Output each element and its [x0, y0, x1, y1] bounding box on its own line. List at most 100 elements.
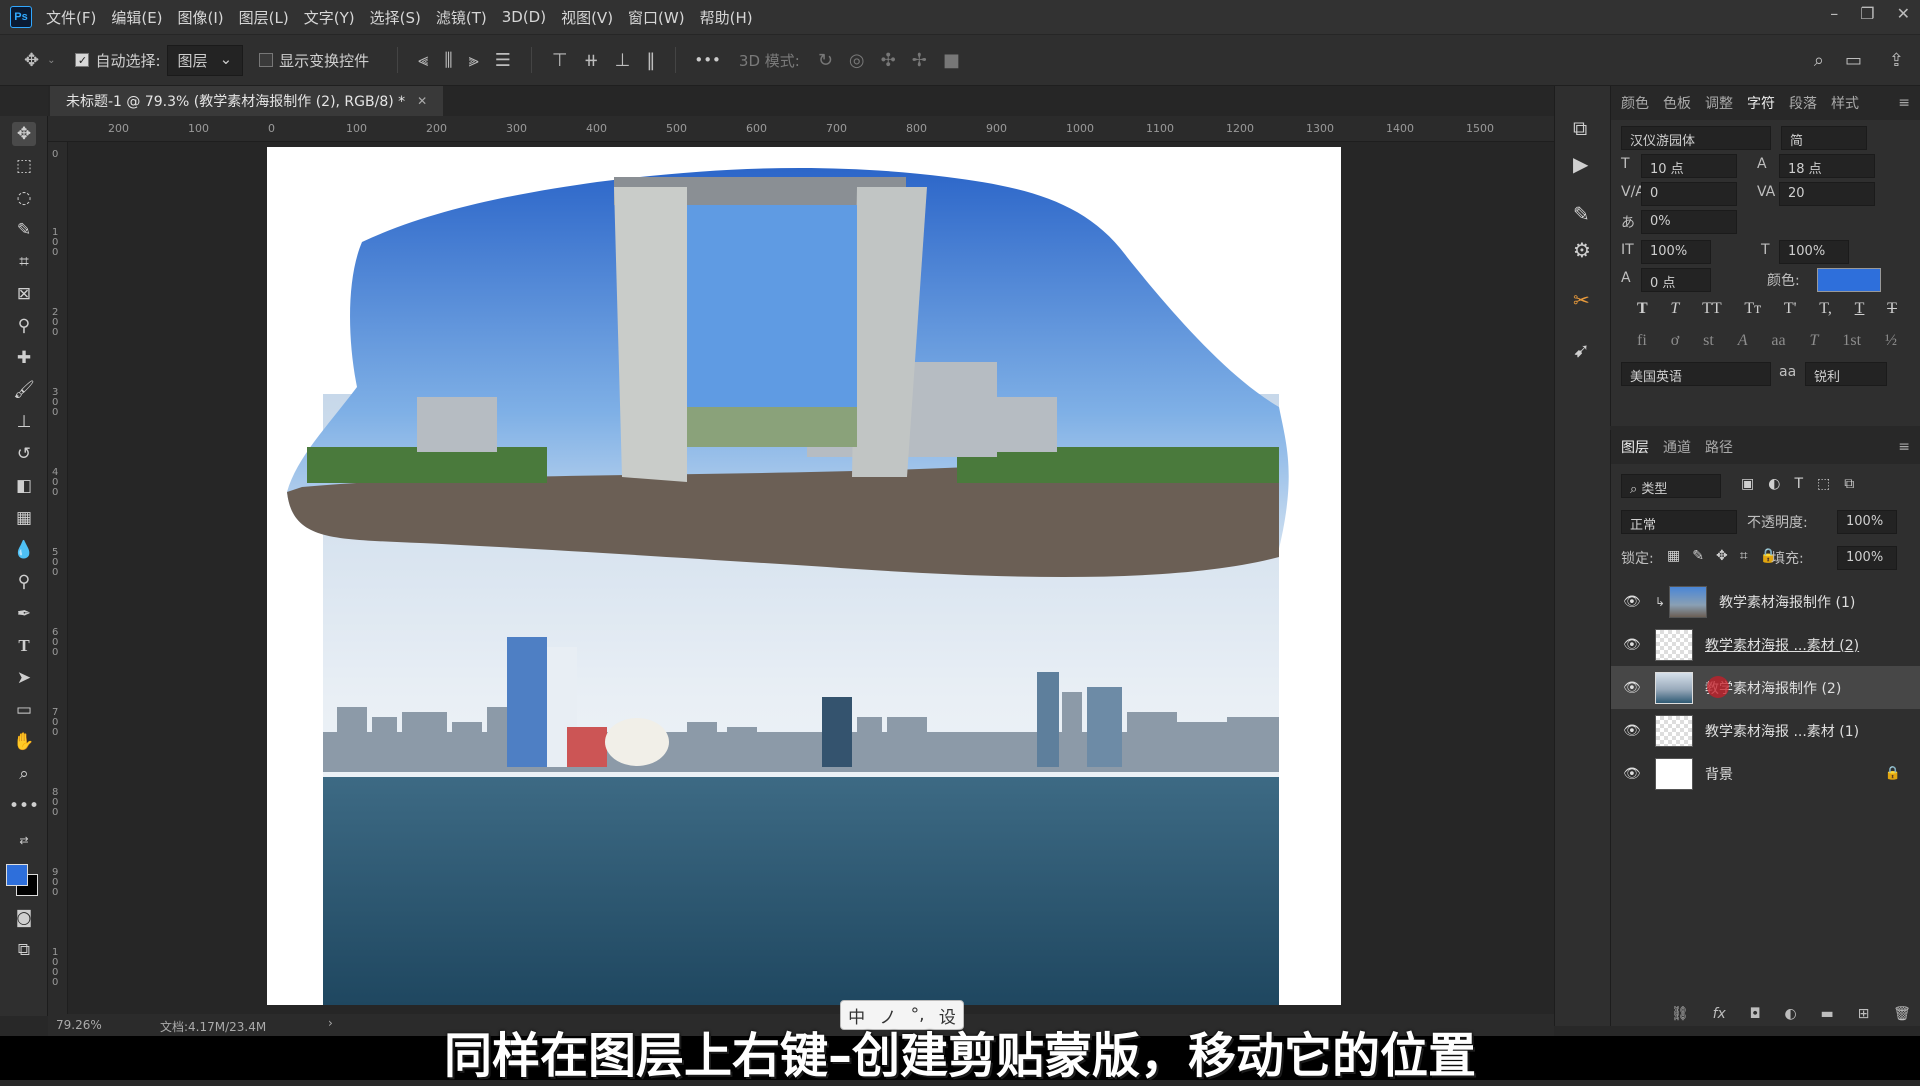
tool-preset-chevron-icon[interactable]: ⌄	[47, 55, 55, 66]
hand-tool-icon[interactable]: ✋	[12, 730, 36, 754]
rectangle-tool-icon[interactable]: ▭	[12, 698, 36, 722]
history-panel-icon[interactable]: ⧉	[1573, 116, 1587, 140]
pen-tool-icon[interactable]: ✒	[12, 602, 36, 626]
lock-transparent-icon[interactable]: ▦	[1667, 548, 1680, 564]
visibility-eye-icon[interactable]: 👁	[1623, 594, 1645, 610]
tab-color[interactable]: 颜色	[1621, 93, 1649, 113]
properties-sliders-icon[interactable]: ⚙	[1573, 238, 1591, 262]
kerning-field[interactable]: 0	[1641, 182, 1737, 206]
layer-row[interactable]: 👁 教学素材海报 ...素材 (2)	[1611, 623, 1920, 666]
lock-position-icon[interactable]: ✥	[1716, 548, 1728, 564]
foreground-color-swatch[interactable]	[6, 864, 28, 886]
layer-row-selected[interactable]: 👁 教学素材海报制作 (2)	[1611, 666, 1920, 709]
menu-3d[interactable]: 3D(D)	[502, 8, 546, 26]
menu-type[interactable]: 文字(Y)	[304, 7, 355, 28]
tracking-field[interactable]: 20	[1779, 182, 1875, 206]
blur-tool-icon[interactable]: 💧	[12, 538, 36, 562]
align-right-icon[interactable]: ⫸	[469, 50, 479, 71]
screen-mode-icon[interactable]: ⧉	[12, 938, 36, 962]
panel-menu-icon[interactable]: ≡	[1898, 95, 1910, 111]
horizontal-scale-field[interactable]: 100%	[1779, 240, 1849, 264]
dodge-tool-icon[interactable]: ⚲	[12, 570, 36, 594]
frame-tool-icon[interactable]: ⊠	[12, 282, 36, 306]
move-tool-icon[interactable]: ✥	[12, 122, 36, 146]
crop-tool-icon[interactable]: ⌗	[12, 250, 36, 274]
history-brush-icon[interactable]: ↺	[12, 442, 36, 466]
tab-paths[interactable]: 路径	[1705, 437, 1733, 457]
layer-row[interactable]: 👁 ↳ 教学素材海报制作 (1)	[1611, 580, 1920, 623]
quick-select-tool-icon[interactable]: ✎	[12, 218, 36, 242]
share-icon[interactable]: ⇪	[1889, 50, 1904, 71]
document-canvas[interactable]	[267, 147, 1341, 1005]
leading-field[interactable]: 18 点	[1779, 154, 1875, 178]
filter-smart-object-icon[interactable]: ⧉	[1844, 476, 1854, 492]
align-left-icon[interactable]: ⫷	[418, 50, 428, 71]
menu-layer[interactable]: 图层(L)	[239, 7, 289, 28]
align-bottom-icon[interactable]: ⊥	[615, 50, 631, 71]
subscript-button[interactable]: T,	[1819, 300, 1832, 318]
align-top-icon[interactable]: ⊤	[552, 50, 568, 71]
more-tools-icon[interactable]: •••	[9, 794, 39, 818]
ordinals-button[interactable]: 1st	[1842, 332, 1861, 350]
fractions-button[interactable]: ½	[1885, 332, 1897, 350]
strikethrough-button[interactable]: T	[1887, 300, 1897, 318]
antialias-select[interactable]: 锐利	[1805, 362, 1887, 386]
layer-row[interactable]: 👁 教学素材海报 ...素材 (1)	[1611, 709, 1920, 752]
font-size-field[interactable]: 10 点	[1641, 154, 1737, 178]
3d-camera-icon[interactable]: ■	[943, 50, 960, 71]
opacity-field[interactable]: 100%	[1837, 510, 1897, 534]
panel-menu-icon[interactable]: ≡	[1898, 439, 1910, 455]
old-style-button[interactable]: ơ	[1671, 332, 1679, 350]
glyphs-panel-icon[interactable]: ➹	[1573, 338, 1590, 362]
tab-styles[interactable]: 样式	[1831, 93, 1859, 113]
distribute-v-icon[interactable]: ‖	[646, 50, 655, 71]
zoom-tool-icon[interactable]: ⌕	[12, 762, 36, 786]
fill-field[interactable]: 100%	[1837, 546, 1897, 570]
tab-character[interactable]: 字符	[1747, 93, 1775, 113]
actions-play-icon[interactable]: ▶	[1573, 152, 1588, 176]
menu-edit[interactable]: 编辑(E)	[111, 7, 162, 28]
brush-tool-icon[interactable]: 🖌	[12, 378, 36, 402]
all-caps-button[interactable]: TT	[1702, 300, 1722, 318]
menu-view[interactable]: 视图(V)	[561, 7, 613, 28]
tab-layers[interactable]: 图层	[1621, 437, 1649, 457]
faux-italic-button[interactable]: T	[1670, 300, 1679, 318]
tool-presets-icon[interactable]: ✂	[1573, 288, 1590, 312]
font-style-select[interactable]: 简	[1781, 126, 1867, 150]
baseline-field[interactable]: 0 点	[1641, 268, 1711, 292]
minimize-button[interactable]: –	[1830, 4, 1838, 23]
search-icon[interactable]: ⌕	[1814, 50, 1824, 71]
menu-help[interactable]: 帮助(H)	[700, 7, 753, 28]
eyedropper-tool-icon[interactable]: ⚲	[12, 314, 36, 338]
swash-button[interactable]: A	[1738, 332, 1748, 350]
3d-slide-icon[interactable]: ✢	[912, 50, 927, 71]
menu-select[interactable]: 选择(S)	[370, 7, 421, 28]
eraser-tool-icon[interactable]: ◧	[12, 474, 36, 498]
ligatures-button[interactable]: fi	[1637, 332, 1647, 350]
marquee-tool-icon[interactable]: ⬚	[12, 154, 36, 178]
lasso-tool-icon[interactable]: ◌	[12, 186, 36, 210]
show-transform-checkbox[interactable]	[259, 53, 274, 67]
path-select-tool-icon[interactable]: ➤	[12, 666, 36, 690]
menu-image[interactable]: 图像(I)	[178, 7, 224, 28]
type-tool-icon[interactable]: T	[12, 634, 36, 658]
font-family-select[interactable]: 汉仪游园体	[1621, 126, 1771, 150]
visibility-eye-icon[interactable]: 👁	[1623, 766, 1645, 782]
stamp-tool-icon[interactable]: ⊥	[12, 410, 36, 434]
close-tab-icon[interactable]: ✕	[417, 94, 427, 108]
visibility-eye-icon[interactable]: 👁	[1623, 680, 1645, 696]
visibility-eye-icon[interactable]: 👁	[1623, 723, 1645, 739]
filter-pixel-icon[interactable]: ▣	[1741, 476, 1754, 492]
lock-pixels-icon[interactable]: ✎	[1692, 548, 1704, 564]
stylistic-alternates-button[interactable]: aa	[1771, 332, 1785, 350]
tsume-field[interactable]: 0%	[1641, 210, 1737, 234]
tab-paragraph[interactable]: 段落	[1789, 93, 1817, 113]
auto-select-checkbox[interactable]: ✓	[75, 53, 90, 67]
vertical-scale-field[interactable]: 100%	[1641, 240, 1711, 264]
document-tab[interactable]: 未标题-1 @ 79.3% (教学素材海报制作 (2), RGB/8) * ✕	[50, 86, 444, 116]
menu-filter[interactable]: 滤镜(T)	[436, 7, 487, 28]
swap-colors-icon[interactable]: ⇄	[12, 828, 36, 852]
brush-settings-icon[interactable]: ✎	[1573, 202, 1590, 226]
align-middle-v-icon[interactable]: ⧺	[584, 50, 599, 71]
3d-pan-icon[interactable]: ✣	[881, 50, 896, 71]
